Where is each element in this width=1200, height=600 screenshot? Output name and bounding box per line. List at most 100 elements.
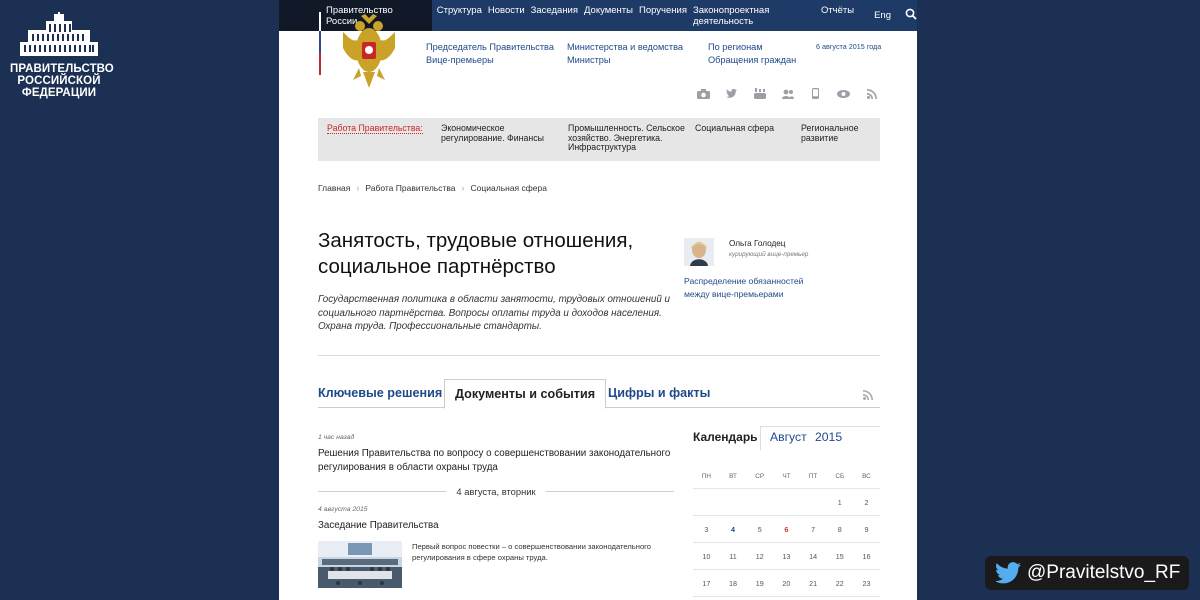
nav-item-orders[interactable]: Поручения <box>639 5 687 27</box>
news-title[interactable]: Решения Правительства по вопросу о совер… <box>318 447 674 474</box>
calendar-label: Календарь <box>693 430 758 444</box>
nav-item-meetings[interactable]: Заседания <box>531 5 578 27</box>
calendar-day: 3 <box>704 524 709 534</box>
breadcrumb-government-work[interactable]: Работа Правительства <box>365 183 455 193</box>
link-citizen-requests[interactable]: Обращения граждан <box>708 54 796 67</box>
chevron-right-icon: › <box>356 183 360 193</box>
government-logo[interactable]: ПРАВИТЕЛЬСТВО РОССИЙСКОЙ ФЕДЕРАЦИИ <box>10 12 114 99</box>
separator-line <box>545 490 675 492</box>
news-item[interactable]: 4 августа 2015 Заседание Правительства <box>318 506 439 533</box>
breadcrumb-home[interactable]: Главная <box>318 183 350 193</box>
weekday: СР <box>755 473 765 480</box>
nav-item-documents[interactable]: Документы <box>584 5 633 27</box>
news-time: 4 августа 2015 <box>318 506 368 513</box>
logo-line: ФЕДЕРАЦИИ <box>21 87 97 99</box>
camera-icon[interactable] <box>697 88 710 99</box>
weekday: ВТ <box>729 473 737 480</box>
calendar-day: 5 <box>757 524 762 534</box>
calendar-day: 2 <box>864 497 869 507</box>
calendar-year-select[interactable]: 2015 <box>815 430 842 444</box>
calendar-day: 20 <box>782 578 791 588</box>
calendar-day: 22 <box>835 578 844 588</box>
current-date: 6 августа 2015 года <box>816 42 882 51</box>
tab-facts-figures[interactable]: Цифры и факты <box>608 379 710 408</box>
work-item-industry[interactable]: Промышленность. Сельское хозяйство. Энер… <box>568 123 688 153</box>
calendar-day: 11 <box>729 551 737 561</box>
curator-role: курирующий вице-премьер <box>729 251 809 258</box>
coat-of-arms-icon[interactable] <box>339 10 399 95</box>
news-description: Первый вопрос повестки – о совершенствов… <box>412 542 651 562</box>
work-item-regional[interactable]: Региональное развитие <box>801 123 871 143</box>
news-item[interactable]: 1 час назад Решения Правительства по воп… <box>318 434 674 474</box>
twitter-handle: @Pravitelstvo_RF <box>1027 562 1181 583</box>
calendar-day: 10 <box>702 551 711 561</box>
link-ministries[interactable]: Министерства и ведомства <box>567 41 683 54</box>
twitter-icon[interactable] <box>725 88 738 99</box>
calendar-day: 13 <box>782 551 791 561</box>
calendar-day: 19 <box>755 578 764 588</box>
nav-item-structure[interactable]: Структура <box>437 5 482 27</box>
breadcrumb-current: Социальная сфера <box>470 183 547 193</box>
calendar-day <box>800 489 827 515</box>
calendar-day: 12 <box>755 551 764 561</box>
calendar-week: 1 2 <box>693 489 880 516</box>
tab-documents-events[interactable]: Документы и события <box>444 379 607 409</box>
nav-item-legislation[interactable]: Законопроектная деятельность <box>693 5 815 27</box>
search-icon[interactable] <box>905 8 917 23</box>
rss-icon[interactable] <box>865 88 878 99</box>
news-title[interactable]: Заседание Правительства <box>318 519 439 533</box>
calendar-day: 8 <box>837 524 842 534</box>
nav-items: Структура Новости Заседания Документы По… <box>437 5 860 27</box>
link-deputy-pm[interactable]: Вице-премьеры <box>426 54 554 67</box>
community-icon[interactable] <box>781 88 794 99</box>
government-building-icon <box>20 12 98 56</box>
calendar-day: 16 <box>862 551 871 561</box>
main-page: Правительство России Структура Новости З… <box>279 0 917 600</box>
youtube-icon[interactable] <box>753 88 766 99</box>
page-description: Государственная политика в области занят… <box>318 294 670 332</box>
work-item-economy[interactable]: Экономическое регулирование. Финансы <box>441 123 551 143</box>
twitter-icon <box>995 562 1021 584</box>
calendar-day: 21 <box>809 578 818 588</box>
link-ministers[interactable]: Министры <box>567 54 683 67</box>
calendar-header: Календарь Август 2015 <box>693 426 880 450</box>
calendar-day <box>693 489 720 515</box>
eye-icon[interactable] <box>837 88 850 99</box>
tab-key-decisions[interactable]: Ключевые решения <box>318 379 442 408</box>
rss-icon[interactable] <box>863 387 873 405</box>
mobile-icon[interactable] <box>809 88 822 99</box>
chevron-right-icon: › <box>461 183 465 193</box>
curator-name[interactable]: Ольга Голодец <box>729 239 785 248</box>
page-title: Занятость, трудовые отношения, социально… <box>318 228 658 280</box>
calendar-day: 14 <box>809 551 818 561</box>
header-links-col2: Министерства и ведомства Министры <box>567 41 683 66</box>
calendar-day-today[interactable]: 6 <box>773 516 800 542</box>
news-photo[interactable] <box>318 541 402 588</box>
work-label[interactable]: Работа Правительства: <box>327 123 423 134</box>
language-switch[interactable]: Eng <box>874 10 891 21</box>
avatar <box>684 238 714 266</box>
weekday: ВС <box>862 473 871 480</box>
calendar-day: 23 <box>862 578 871 588</box>
calendar-week: 3 4 5 6 7 8 9 <box>693 516 880 543</box>
link-chairman[interactable]: Председатель Правительства <box>426 41 554 54</box>
weekday: СБ <box>835 473 845 480</box>
divider <box>318 355 880 356</box>
work-item-social[interactable]: Социальная сфера <box>695 123 785 134</box>
calendar-grid: ПН ВТ СР ЧТ ПТ СБ ВС 1 2 3 4 5 6 7 8 9 1… <box>693 465 880 597</box>
calendar-day: 17 <box>702 578 711 588</box>
calendar-week: 17 18 19 20 21 22 23 <box>693 570 880 597</box>
weekday: ПН <box>701 473 711 480</box>
nav-item-reports[interactable]: Отчёты <box>821 5 854 27</box>
government-work-bar: Работа Правительства: Экономическое регу… <box>318 118 880 161</box>
nav-item-news[interactable]: Новости <box>488 5 525 27</box>
calendar-day <box>746 489 773 515</box>
weekday: ЧТ <box>782 473 791 480</box>
page-title-line: социальное партнёрство <box>318 255 556 278</box>
calendar-month-select[interactable]: Август <box>770 430 807 444</box>
twitter-badge[interactable]: @Pravitelstvo_RF <box>985 556 1189 590</box>
calendar-day-link[interactable]: 4 <box>720 516 747 542</box>
calendar-week: 10 11 12 13 14 15 16 <box>693 543 880 570</box>
responsibilities-link[interactable]: Распределение обязанностей между вице-пр… <box>684 275 803 300</box>
link-regions[interactable]: По регионам <box>708 41 796 54</box>
